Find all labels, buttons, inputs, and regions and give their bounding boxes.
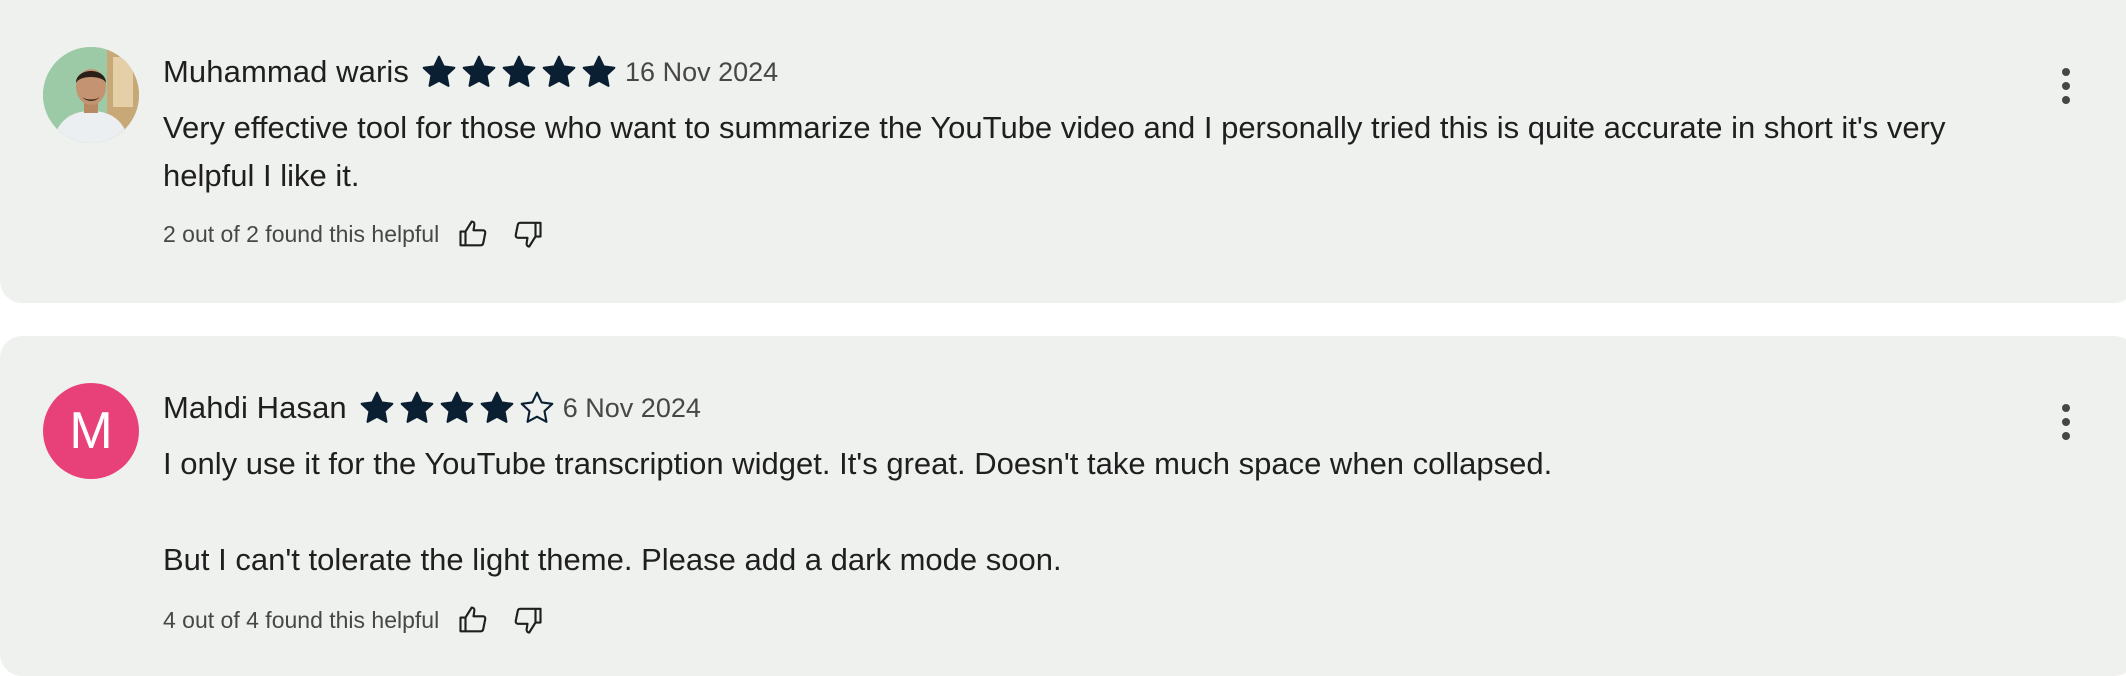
helpful-row: 4 out of 4 found this helpful <box>163 600 548 640</box>
review-header: Muhammad waris 16 Nov 2024 <box>163 52 778 92</box>
review-header: Mahdi Hasan 6 Nov 2024 <box>163 388 701 428</box>
helpful-row: 2 out of 2 found this helpful <box>163 214 548 254</box>
review-paragraph: But I can't tolerate the light theme. Pl… <box>163 542 1062 577</box>
review-text: I only use it for the YouTube transcript… <box>163 440 2033 584</box>
thumb-up-icon <box>459 220 487 247</box>
star-filled-icon <box>440 391 474 423</box>
thumb-up-icon <box>459 606 487 633</box>
avatar-photo <box>43 47 139 143</box>
thumb-down-button[interactable] <box>508 600 548 640</box>
star-filled-icon <box>480 391 514 423</box>
review-paragraph: I only use it for the YouTube transcript… <box>163 446 1553 481</box>
author-name: Muhammad waris <box>163 54 410 89</box>
review-card: Muhammad waris 16 Nov 2024 Very effectiv… <box>0 0 2126 303</box>
thumb-down-icon <box>514 221 542 248</box>
star-filled-icon <box>400 391 434 423</box>
helpful-count: 2 out of 2 found this helpful <box>163 220 440 247</box>
more-vert-icon <box>2062 68 2070 76</box>
review-date: 16 Nov 2024 <box>625 56 779 87</box>
star-filled-icon <box>502 55 536 87</box>
review-paragraph: Very effective tool for those who want t… <box>163 110 1946 193</box>
avatar[interactable] <box>43 47 139 143</box>
star-filled-icon <box>542 55 576 87</box>
thumb-down-icon <box>514 607 542 634</box>
review-card: M Mahdi Hasan 6 Nov 2024 I only use it f… <box>0 336 2126 676</box>
star-filled-icon <box>360 391 394 423</box>
star-filled-icon <box>462 55 496 87</box>
more-options-button[interactable] <box>2046 62 2086 110</box>
thumb-down-button[interactable] <box>508 214 548 254</box>
more-vert-icon <box>2062 404 2070 412</box>
review-date: 6 Nov 2024 <box>562 392 701 423</box>
avatar[interactable]: M <box>43 383 139 479</box>
thumb-up-button[interactable] <box>453 214 493 254</box>
star-filled-icon <box>422 55 456 87</box>
star-rating <box>359 390 555 426</box>
thumb-up-button[interactable] <box>453 600 493 640</box>
more-options-button[interactable] <box>2046 398 2086 446</box>
review-text: Very effective tool for those who want t… <box>163 104 2033 200</box>
star-rating <box>421 54 617 90</box>
star-empty-icon <box>520 391 554 423</box>
star-filled-icon <box>582 55 616 87</box>
author-name: Mahdi Hasan <box>163 390 347 425</box>
helpful-count: 4 out of 4 found this helpful <box>163 606 440 633</box>
